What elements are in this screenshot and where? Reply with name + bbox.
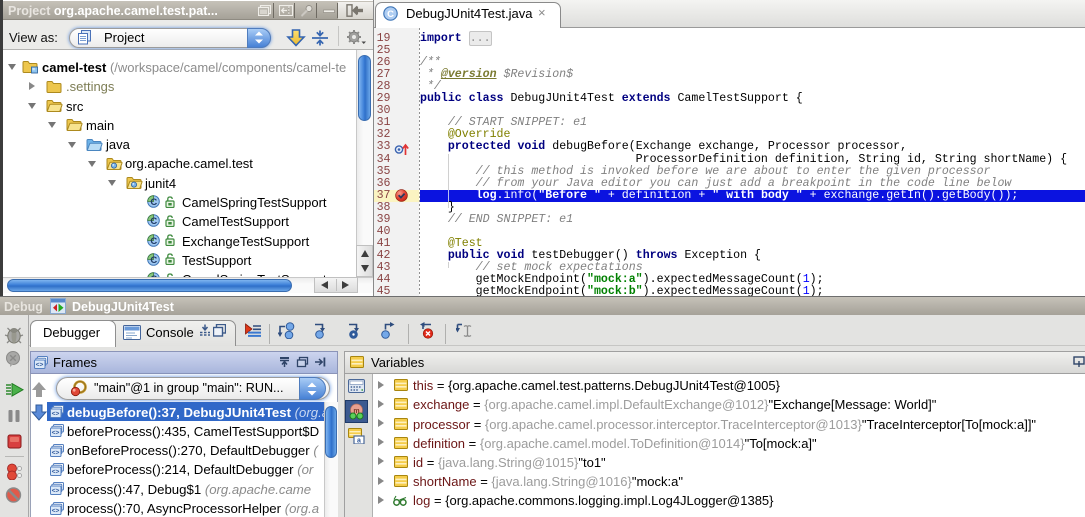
svg-text:<>: <> bbox=[36, 362, 44, 369]
svg-text:C: C bbox=[387, 9, 394, 20]
svg-text:C: C bbox=[150, 216, 157, 227]
svg-text:C: C bbox=[150, 197, 157, 208]
svg-text:<>: <> bbox=[52, 468, 60, 475]
svg-text:<>: <> bbox=[52, 507, 60, 514]
svg-text:C: C bbox=[150, 236, 157, 247]
svg-text:<>: <> bbox=[52, 411, 60, 418]
svg-text:<>: <> bbox=[52, 430, 60, 437]
svg-text:<>: <> bbox=[52, 449, 60, 456]
svg-text:C: C bbox=[150, 255, 157, 266]
svg-text:a: a bbox=[357, 438, 361, 445]
svg-text:<>: <> bbox=[52, 488, 60, 495]
